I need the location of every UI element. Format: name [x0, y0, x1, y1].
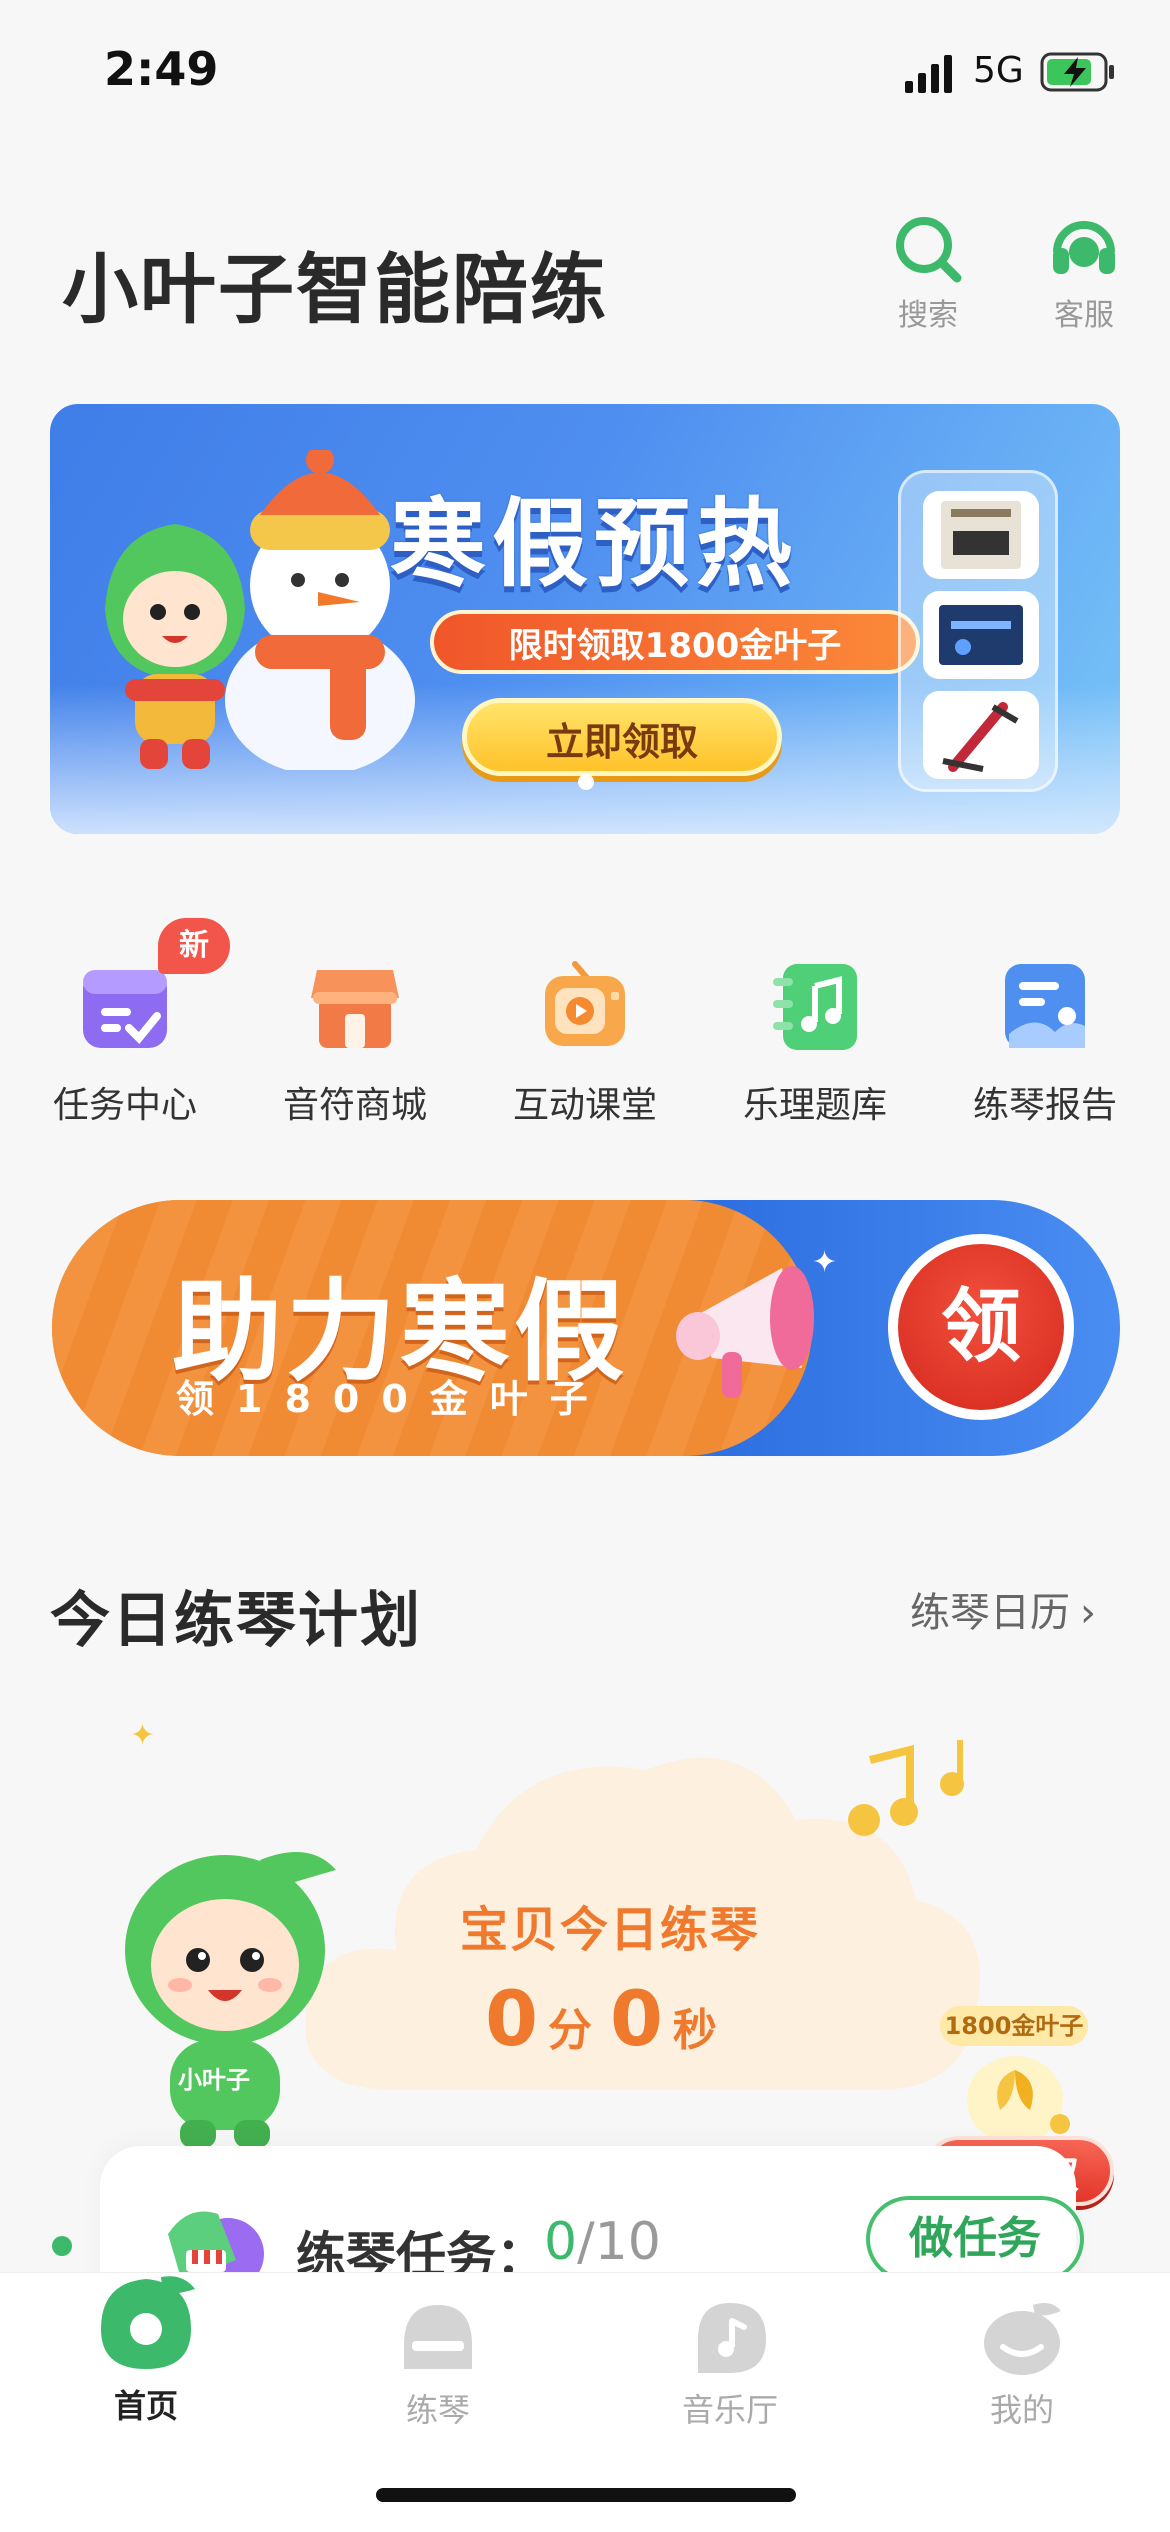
task-progress: 0/10	[544, 2212, 661, 2272]
status-bar: 2:49 5G	[0, 0, 1170, 150]
prize-kit-thumbnail	[923, 591, 1039, 679]
tab-label: 练琴	[405, 2391, 470, 2429]
tab-label: 首页	[113, 2387, 178, 2425]
svg-text:✦: ✦	[812, 1248, 837, 1280]
task-done-count: 0	[544, 2212, 578, 2272]
banner-subtitle: 限时领取1800金叶子	[430, 610, 920, 674]
sparkle-icon: ✦	[130, 1718, 156, 1753]
banner-page-indicator	[578, 774, 594, 790]
battery-charging-icon	[1040, 52, 1114, 92]
today-practice-label: 宝贝今日练琴	[459, 1902, 760, 1958]
quick-item-music-theory[interactable]: 乐理题库	[720, 940, 910, 1128]
chevron-right-icon: ›	[1080, 1590, 1096, 1636]
customer-service-button[interactable]: 客服	[1024, 212, 1144, 334]
quick-item-label: 任务中心	[52, 1085, 197, 1126]
home-screen: 2:49 5G 小叶子智能陪练 搜索 客服 寒假预热 限时领取1800金叶子 立…	[0, 0, 1170, 2532]
tab-practice[interactable]: 练琴	[292, 2273, 584, 2443]
mascot-name-label: 小叶子	[178, 2066, 250, 2094]
tab-label: 我的	[989, 2391, 1054, 2429]
practice-calendar-link[interactable]: 练琴日历 ›	[910, 1580, 1096, 1638]
quick-item-note-shop[interactable]: 音符商城	[260, 940, 450, 1128]
quick-item-task-center[interactable]: 新 任务中心	[30, 918, 230, 1128]
mascot-character-illustration	[125, 1852, 336, 2148]
music-hall-tab-icon	[698, 2303, 766, 2373]
promo-claim-button[interactable]: 领	[888, 1234, 1074, 1420]
minutes-unit: 分	[548, 2005, 592, 2056]
quick-item-label: 乐理题库	[742, 1085, 887, 1126]
service-label: 客服	[1054, 298, 1114, 333]
tab-concert-hall[interactable]: 音乐厅	[584, 2273, 876, 2443]
gold-leaf-bag-icon	[967, 2056, 1070, 2144]
quick-item-label: 音符商城	[282, 1085, 427, 1126]
home-indicator	[376, 2488, 796, 2502]
search-icon	[896, 217, 962, 283]
music-notes-icon	[848, 1740, 964, 1836]
seconds-unit: 秒	[672, 2005, 717, 2056]
shop-icon	[311, 970, 399, 1048]
tv-icon	[545, 961, 625, 1046]
today-practice-time: 0分0秒	[430, 1974, 790, 2063]
profile-tab-icon	[984, 2303, 1061, 2375]
tab-label: 音乐厅	[681, 2391, 778, 2429]
search-button[interactable]: 搜索	[868, 212, 988, 334]
search-label: 搜索	[898, 298, 958, 333]
quick-item-label: 互动课堂	[512, 1085, 657, 1126]
tab-mine[interactable]: 我的	[876, 2273, 1168, 2443]
banner-prize-panel	[898, 470, 1058, 792]
piano-tab-icon	[404, 2305, 472, 2369]
home-tab-icon	[101, 2276, 195, 2369]
page-title: 小叶子智能陪练	[62, 245, 608, 334]
practice-minutes: 0	[485, 1974, 538, 2063]
quick-item-practice-report[interactable]: 练琴报告	[950, 940, 1140, 1128]
headset-icon	[1053, 221, 1115, 274]
prize-stand-thumbnail	[923, 691, 1039, 779]
quick-item-label: 练琴报告	[972, 1085, 1117, 1126]
prize-book-thumbnail	[923, 491, 1039, 579]
promo-subtitle: 领1800金叶子	[176, 1377, 610, 1421]
winter-promo-banner[interactable]: 寒假预热 限时领取1800金叶子 立即领取	[50, 404, 1120, 834]
megaphone-icon: ✦	[676, 1248, 837, 1398]
signal-icon	[905, 55, 952, 93]
status-time: 2:49	[104, 42, 219, 96]
do-task-button[interactable]: 做任务	[866, 2196, 1084, 2282]
mascot-banner-illustration	[105, 524, 245, 769]
promo-banner[interactable]: 助力寒假 领1800金叶子 ✦ 领	[52, 1200, 1120, 1456]
quick-menu: 新 任务中心 音符商城 互动课堂 乐理题库 练琴报告	[30, 918, 1140, 1126]
today-practice-summary: 宝贝今日练琴 0分0秒	[430, 1890, 790, 2063]
quick-item-interactive-class[interactable]: 互动课堂	[490, 940, 680, 1128]
new-badge: 新	[158, 918, 230, 974]
timeline-dot	[52, 2236, 72, 2256]
task-total-count: /10	[577, 2212, 661, 2272]
calendar-link-label: 练琴日历	[910, 1590, 1070, 1636]
banner-title: 寒假预热	[390, 488, 798, 600]
music-book-icon	[773, 964, 857, 1050]
network-type: 5G	[973, 50, 1024, 91]
practice-seconds: 0	[610, 1974, 663, 2063]
tab-home[interactable]: 首页	[0, 2273, 292, 2443]
banner-claim-button[interactable]: 立即领取	[462, 698, 782, 776]
report-icon	[1005, 964, 1085, 1048]
section-title: 今日练琴计划	[50, 1586, 422, 1656]
